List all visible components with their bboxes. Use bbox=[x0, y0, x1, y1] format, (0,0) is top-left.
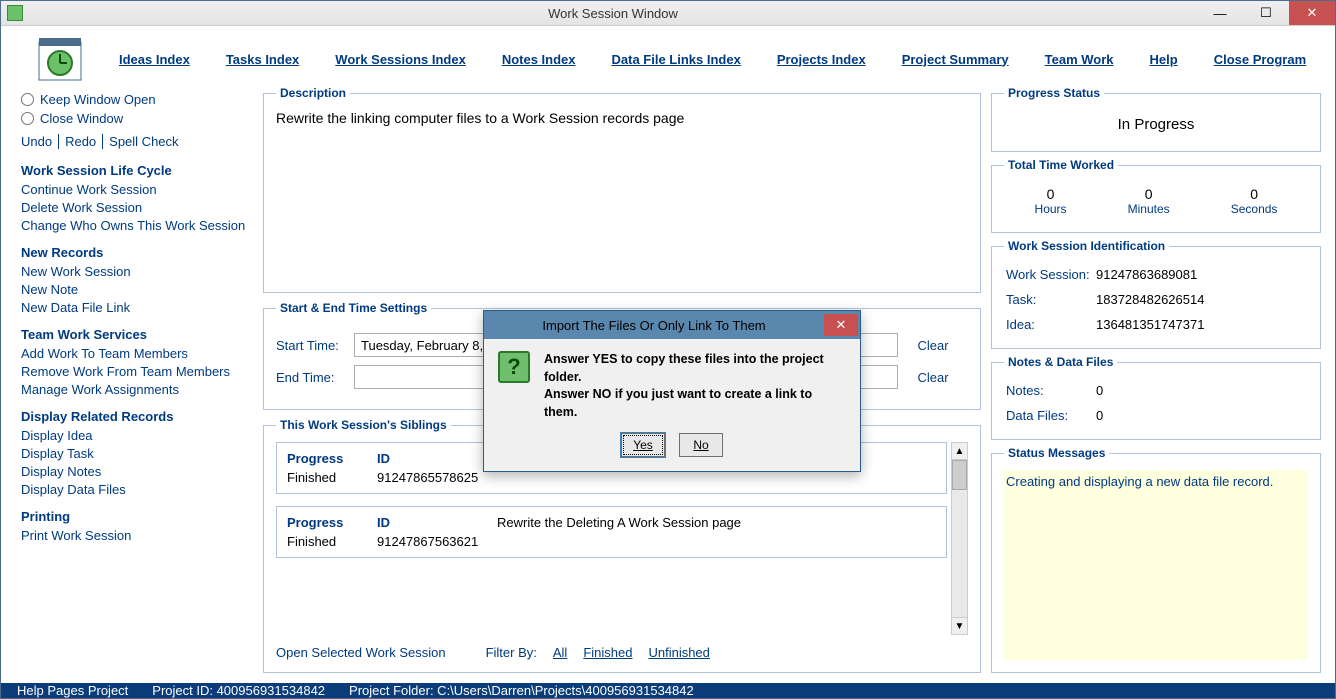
spell-check-link[interactable]: Spell Check bbox=[103, 134, 184, 149]
siblings-scrollbar[interactable]: ▲ ▼ bbox=[951, 442, 968, 635]
open-selected-link[interactable]: Open Selected Work Session bbox=[276, 645, 446, 660]
new-work-session-link[interactable]: New Work Session bbox=[21, 264, 253, 279]
dialog-title: Import The Files Or Only Link To Them bbox=[484, 318, 824, 333]
question-icon: ? bbox=[498, 351, 530, 383]
top-nav: Ideas Index Tasks Index Work Sessions In… bbox=[1, 26, 1335, 86]
close-window-radio[interactable]: Close Window bbox=[21, 111, 253, 126]
window-title: Work Session Window bbox=[29, 6, 1197, 21]
statusbar: Help Pages Project Project ID: 400956931… bbox=[1, 683, 1335, 698]
menu-projects-index[interactable]: Projects Index bbox=[777, 52, 866, 67]
team-services-title: Team Work Services bbox=[21, 327, 253, 342]
sibling-row[interactable]: Progress ID Rewrite the Deleting A Work … bbox=[276, 506, 947, 558]
end-time-label: End Time: bbox=[276, 370, 354, 385]
filter-unfinished-link[interactable]: Unfinished bbox=[648, 645, 709, 660]
redo-link[interactable]: Redo bbox=[59, 134, 103, 149]
add-work-to-team-link[interactable]: Add Work To Team Members bbox=[21, 346, 253, 361]
manage-work-assignments-link[interactable]: Manage Work Assignments bbox=[21, 382, 253, 397]
description-text[interactable]: Rewrite the linking computer files to a … bbox=[276, 110, 968, 280]
menu-notes-index[interactable]: Notes Index bbox=[502, 52, 576, 67]
app-icon bbox=[7, 5, 23, 21]
right-panel: Progress Status In Progress Total Time W… bbox=[991, 86, 1321, 673]
filter-all-link[interactable]: All bbox=[553, 645, 567, 660]
no-button[interactable]: No bbox=[679, 433, 723, 457]
display-notes-link[interactable]: Display Notes bbox=[21, 464, 253, 479]
lifecycle-title: Work Session Life Cycle bbox=[21, 163, 253, 178]
status-message-text: Creating and displaying a new data file … bbox=[1004, 470, 1308, 660]
description-fieldset: Description Rewrite the linking computer… bbox=[263, 86, 981, 293]
display-data-files-link[interactable]: Display Data Files bbox=[21, 482, 253, 497]
sidebar: Keep Window Open Close Window Undo Redo … bbox=[21, 86, 253, 673]
menu-work-sessions-index[interactable]: Work Sessions Index bbox=[335, 52, 466, 67]
import-files-dialog: Import The Files Or Only Link To Them ✕ … bbox=[483, 310, 861, 472]
clear-start-time-link[interactable]: Clear bbox=[898, 338, 968, 353]
scroll-down-icon[interactable]: ▼ bbox=[952, 617, 967, 634]
scroll-up-icon[interactable]: ▲ bbox=[952, 443, 967, 460]
time-worked-fieldset: Total Time Worked 0Hours 0Minutes 0Secon… bbox=[991, 158, 1321, 233]
status-project-id: Project ID: 400956931534842 bbox=[152, 683, 325, 698]
delete-work-session-link[interactable]: Delete Work Session bbox=[21, 200, 253, 215]
display-idea-link[interactable]: Display Idea bbox=[21, 428, 253, 443]
filter-by-label: Filter By: bbox=[486, 645, 537, 660]
display-task-link[interactable]: Display Task bbox=[21, 446, 253, 461]
keep-window-open-radio[interactable]: Keep Window Open bbox=[21, 92, 253, 107]
undo-link[interactable]: Undo bbox=[21, 134, 59, 149]
yes-button[interactable]: Yes bbox=[621, 433, 665, 457]
work-session-window: Work Session Window — ☐ ✕ Ideas Index Ta… bbox=[0, 0, 1336, 699]
menu-close-program[interactable]: Close Program bbox=[1214, 52, 1306, 67]
new-records-title: New Records bbox=[21, 245, 253, 260]
continue-work-session-link[interactable]: Continue Work Session bbox=[21, 182, 253, 197]
scroll-thumb[interactable] bbox=[952, 460, 967, 490]
new-note-link[interactable]: New Note bbox=[21, 282, 253, 297]
status-project-folder: Project Folder: C:\Users\Darren\Projects… bbox=[349, 683, 694, 698]
dialog-message: Answer YES to copy these files into the … bbox=[544, 351, 846, 421]
progress-status-value: In Progress bbox=[1004, 110, 1308, 139]
menu-tasks-index[interactable]: Tasks Index bbox=[226, 52, 299, 67]
status-project-name: Help Pages Project bbox=[17, 683, 128, 698]
maximize-button[interactable]: ☐ bbox=[1243, 1, 1289, 25]
remove-work-from-team-link[interactable]: Remove Work From Team Members bbox=[21, 364, 253, 379]
related-records-title: Display Related Records bbox=[21, 409, 253, 424]
titlebar: Work Session Window — ☐ ✕ bbox=[1, 1, 1335, 26]
identification-fieldset: Work Session Identification Work Session… bbox=[991, 239, 1321, 349]
clear-end-time-link[interactable]: Clear bbox=[898, 370, 968, 385]
filter-finished-link[interactable]: Finished bbox=[583, 645, 632, 660]
menu-ideas-index[interactable]: Ideas Index bbox=[119, 52, 190, 67]
calendar-icon bbox=[37, 36, 83, 82]
menu-data-file-links-index[interactable]: Data File Links Index bbox=[612, 52, 741, 67]
change-owner-link[interactable]: Change Who Owns This Work Session bbox=[21, 218, 253, 233]
close-button[interactable]: ✕ bbox=[1289, 1, 1335, 25]
print-work-session-link[interactable]: Print Work Session bbox=[21, 528, 253, 543]
status-messages-fieldset: Status Messages Creating and displaying … bbox=[991, 446, 1321, 673]
printing-title: Printing bbox=[21, 509, 253, 524]
minimize-button[interactable]: — bbox=[1197, 1, 1243, 25]
notes-files-fieldset: Notes & Data Files Notes:0 Data Files:0 bbox=[991, 355, 1321, 440]
menu-team-work[interactable]: Team Work bbox=[1045, 52, 1114, 67]
new-data-file-link[interactable]: New Data File Link bbox=[21, 300, 253, 315]
progress-status-fieldset: Progress Status In Progress bbox=[991, 86, 1321, 152]
menu-project-summary[interactable]: Project Summary bbox=[902, 52, 1009, 67]
dialog-close-button[interactable]: ✕ bbox=[824, 314, 858, 336]
menu-help[interactable]: Help bbox=[1150, 52, 1178, 67]
start-time-label: Start Time: bbox=[276, 338, 354, 353]
